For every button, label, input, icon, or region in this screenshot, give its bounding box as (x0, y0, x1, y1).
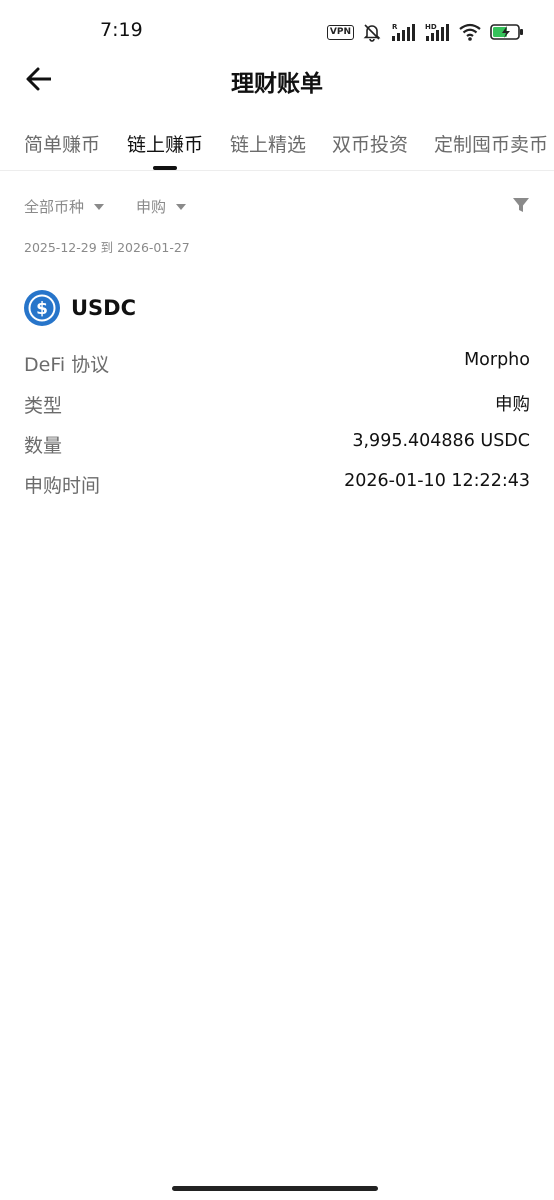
vpn-badge: VPN (326, 24, 354, 40)
record-header: $ USDC (24, 290, 136, 326)
detail-row-amount: 数量 3,995.404886 USDC (24, 431, 530, 461)
row-value: 申购 (495, 395, 530, 415)
currency-filter-label: 全部币种 (24, 198, 85, 216)
type-filter[interactable]: 申购 (136, 196, 187, 217)
tab-custom-buy-sell[interactable]: 定制囤币卖币 (434, 130, 548, 157)
row-label: 申购时间 (24, 475, 101, 497)
row-label: DeFi 协议 (24, 354, 110, 376)
type-filter-label: 申购 (136, 198, 167, 216)
row-value: Morpho (464, 350, 530, 370)
svg-text:$: $ (36, 299, 48, 319)
row-label: 类型 (24, 395, 63, 417)
caret-down-icon (94, 203, 105, 210)
active-tab-indicator (153, 166, 177, 170)
date-range: 2025-12-29 到 2026-01-27 (24, 240, 190, 255)
filter-bar: 全部币种 申购 (24, 196, 530, 220)
battery-charging-icon (490, 24, 523, 40)
filter-button[interactable] (512, 196, 530, 214)
tab-onchain-earn[interactable]: 链上赚币 (127, 130, 203, 157)
svg-text:HD: HD (425, 23, 437, 31)
page-title: 理财账单 (231, 71, 323, 97)
status-icons: VPN R HD (326, 20, 524, 44)
home-indicator[interactable] (172, 1186, 378, 1191)
wifi-icon (459, 23, 481, 41)
svg-text:R: R (392, 23, 398, 31)
mute-bell-icon (363, 24, 381, 42)
funnel-icon (513, 198, 529, 212)
caret-down-icon (176, 203, 187, 210)
row-label: 数量 (24, 435, 63, 457)
detail-row-type: 类型 申购 (24, 391, 530, 421)
tab-bar: 简单赚币 链上赚币 链上精选 双币投资 定制囤币卖币 (0, 124, 554, 171)
status-bar: 7:19 VPN R HD (0, 0, 554, 64)
tab-simple-earn[interactable]: 简单赚币 (24, 130, 100, 157)
currency-filter[interactable]: 全部币种 (24, 196, 105, 217)
signal-r-icon: R (392, 23, 415, 41)
row-value: 3,995.404886 USDC (352, 431, 530, 451)
header: 理财账单 (0, 56, 554, 104)
row-value: 2026-01-10 12:22:43 (344, 471, 530, 491)
signal-hd-icon: HD (425, 23, 449, 41)
status-time: 7:19 (100, 19, 143, 41)
detail-row-time: 申购时间 2026-01-10 12:22:43 (24, 471, 530, 501)
tab-onchain-selected[interactable]: 链上精选 (230, 130, 306, 157)
usdc-logo-icon: $ (24, 290, 60, 326)
tab-dual-investment[interactable]: 双币投资 (332, 130, 408, 157)
page: 7:19 VPN R HD 理财账单 简单赚币 链上赚币 链上精选 双币投资 定… (0, 0, 554, 1200)
detail-row-protocol: DeFi 协议 Morpho (24, 350, 530, 380)
coin-name: USDC (71, 296, 137, 320)
